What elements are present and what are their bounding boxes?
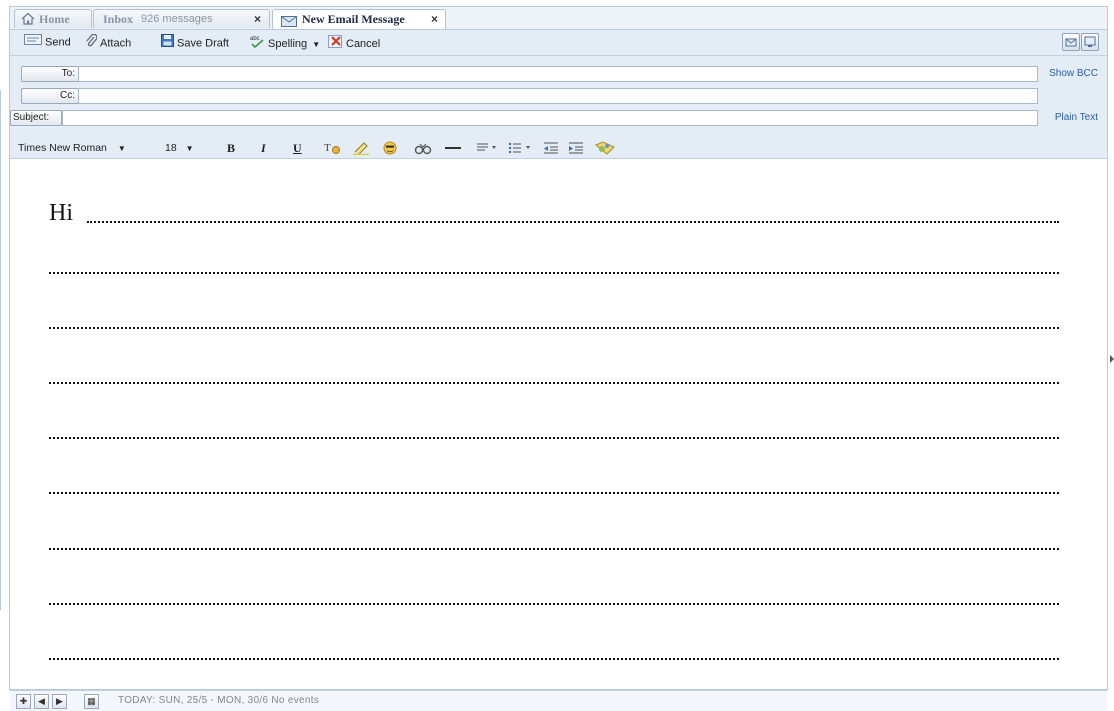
format-toolbar: Times New Roman ▼ 18 ▼ B I U T [10,138,1107,159]
compose-toolbar: Send Attach Save Draft abc Spelling ▼ Ca… [10,30,1107,56]
to-field[interactable] [78,66,1038,82]
cc-button[interactable]: Cc: [21,88,79,104]
chevron-down-icon: ▼ [185,144,194,153]
dotted-line [49,548,1059,550]
spelling-label: Spelling [268,37,308,50]
save-icon [161,34,174,53]
body-line [49,305,1059,329]
font-size-value: 18 [165,142,177,154]
body-line [49,360,1059,384]
home-icon [21,12,35,31]
tab-new-email[interactable]: New Email Message × [272,9,446,29]
body-line [49,415,1059,439]
tab-inbox-count: 926 messages [141,13,213,25]
previous-icon[interactable]: ◀ [34,694,49,709]
popout-icon[interactable] [1081,33,1099,51]
send-icon [24,34,42,51]
tab-home-label: Home [39,12,70,26]
body-line [49,581,1059,605]
subject-field[interactable] [62,110,1038,126]
body-line [49,470,1059,494]
indent-icon[interactable] [568,141,584,155]
tab-strip: Home Inbox 926 messages × New Email Mess… [10,7,1107,30]
cancel-button[interactable]: Cancel [328,34,380,51]
message-body-editor[interactable]: Hi [11,166,1105,672]
add-icon[interactable]: ✚ [16,694,31,709]
calendar-icon[interactable]: ▦ [84,694,99,709]
dotted-line [49,658,1059,660]
today-events-text: TODAY: SUN, 25/5 - MON, 30/6 No events [118,695,320,706]
paperclip-icon [85,33,98,53]
close-icon[interactable]: × [431,10,438,29]
insert-image-icon[interactable] [594,141,616,155]
tab-new-email-label: New Email Message [302,12,405,26]
tab-inbox[interactable]: Inbox 926 messages × [93,9,270,28]
attach-button[interactable]: Attach [85,33,132,53]
emoticon-icon[interactable] [382,141,398,155]
spelling-button[interactable]: abc Spelling ▼ [249,34,320,51]
chevron-down-icon: ▼ [117,144,126,153]
dotted-line [49,603,1059,605]
subject-label: Subject: [10,110,62,126]
save-draft-label: Save Draft [177,37,229,50]
plain-text-link[interactable]: Plain Text [1055,112,1098,123]
text-color-icon[interactable]: T [323,141,341,155]
italic-icon[interactable]: I [261,141,266,155]
cancel-icon [328,34,343,54]
dotted-line [49,327,1059,329]
align-icon[interactable] [476,141,500,155]
underline-icon[interactable]: U [293,141,302,155]
bullet-list-icon[interactable] [508,141,534,155]
tab-home[interactable]: Home [14,9,92,28]
send-label: Send [45,36,71,49]
body-line [49,636,1059,660]
bold-icon[interactable]: B [227,141,235,155]
cancel-label: Cancel [346,37,381,50]
to-button[interactable]: To: [21,66,79,82]
dotted-line [49,492,1059,494]
attach-label: Attach [100,37,132,50]
link-icon[interactable] [414,141,432,155]
highlight-icon[interactable] [352,141,370,156]
chevron-down-icon: ▼ [312,39,321,49]
mail-view-icon[interactable] [1062,33,1080,51]
svg-text:T: T [324,142,331,154]
save-draft-button[interactable]: Save Draft [161,34,229,51]
next-icon[interactable]: ▶ [52,694,67,709]
horizontal-rule-icon[interactable] [444,141,462,155]
dotted-line [49,272,1059,274]
body-line [49,250,1059,274]
greeting-text: Hi [49,200,73,226]
font-size-select[interactable]: 18 ▼ [165,141,194,155]
expand-panel-icon[interactable] [1110,355,1114,363]
body-line [49,526,1059,550]
dotted-line [87,221,1059,223]
email-compose-window: Home Inbox 926 messages × New Email Mess… [9,6,1108,711]
font-family-value: Times New Roman [18,142,107,154]
outdent-icon[interactable] [543,141,559,155]
dotted-line [49,437,1059,439]
svg-text:abc: abc [250,36,260,42]
close-icon[interactable]: × [254,10,261,29]
font-family-select[interactable]: Times New Roman ▼ [18,141,126,155]
tab-inbox-label: Inbox [103,12,134,26]
send-button[interactable]: Send [24,34,71,51]
spell-check-icon: abc [249,34,265,54]
cc-field[interactable] [78,88,1038,104]
left-border [0,90,1,610]
show-bcc-link[interactable]: Show BCC [1049,68,1098,79]
dotted-line [49,382,1059,384]
body-line: Hi [49,199,1059,226]
